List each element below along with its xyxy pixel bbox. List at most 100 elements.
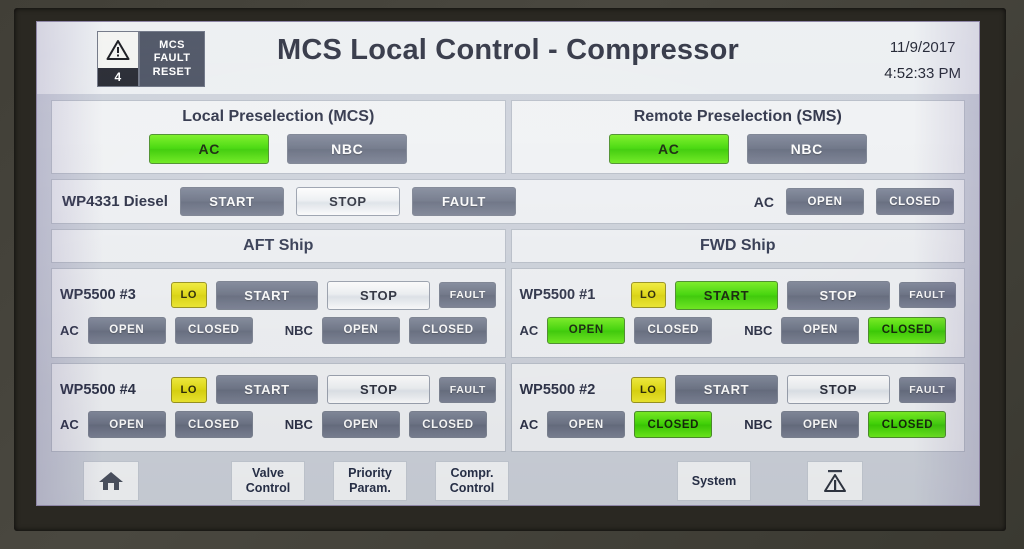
preselection-row: Local Preselection (MCS) AC NBC Remote Pres… bbox=[51, 100, 965, 174]
preselection-buttons: AC NBC bbox=[52, 134, 505, 164]
unit-start-button[interactable]: START bbox=[215, 280, 319, 310]
valve-group-label: NBC bbox=[744, 417, 773, 433]
date-text: 11/9/2017 bbox=[889, 39, 956, 56]
valve-group-label: NBC bbox=[284, 322, 313, 338]
valve-closed-button[interactable]: CLOSED bbox=[408, 316, 487, 344]
valve-closed-button[interactable]: CLOSED bbox=[634, 411, 713, 439]
home-icon bbox=[98, 470, 124, 492]
valve-open-button[interactable]: OPEN bbox=[547, 316, 626, 344]
unit-name-label: WP5500 #4 bbox=[60, 381, 136, 398]
priority-param-label-2: Param. bbox=[349, 481, 391, 495]
compr-control-label-2: Control bbox=[449, 481, 495, 495]
unit-stop-button[interactable]: STOP bbox=[786, 280, 890, 310]
priority-param-label-1: Priority bbox=[348, 466, 392, 480]
compr-control-button[interactable]: Compr. Control bbox=[435, 461, 509, 501]
alarm-button[interactable] bbox=[807, 461, 863, 501]
diesel-fault-button[interactable]: FAULT bbox=[411, 187, 516, 216]
unit-start-button[interactable]: START bbox=[675, 280, 778, 310]
unit-start-button[interactable]: START bbox=[215, 375, 319, 405]
valve-group-label: AC bbox=[519, 417, 539, 433]
compressor-unit-panel: WP5500 #2 LO START STOP FAULT AC OPEN CLOSED NBC… bbox=[510, 362, 965, 452]
alarm-triangle-icon bbox=[821, 468, 849, 494]
page-title: MCS Local Control - Compressor bbox=[277, 34, 739, 66]
valve-closed-button[interactable]: CLOSED bbox=[868, 411, 947, 439]
unit-start-button[interactable]: START bbox=[675, 375, 778, 405]
system-button[interactable]: System bbox=[677, 461, 751, 501]
lcd-glass: 4 MCS FAULT RESET MCS Local Control - Co… bbox=[36, 21, 980, 506]
valve-closed-button[interactable]: CLOSED bbox=[174, 316, 253, 344]
unit-valve-row: AC OPEN CLOSED NBC OPEN CLOSED bbox=[60, 411, 497, 439]
compressor-unit-panel: WP5500 #4 LO START STOP FAULT AC OPEN CLOSED NBC… bbox=[51, 362, 506, 452]
diesel-stop-button[interactable]: STOP bbox=[295, 187, 400, 216]
valve-group-label: NBC bbox=[744, 322, 773, 338]
header-bar: 4 MCS FAULT RESET MCS Local Control - Co… bbox=[37, 22, 979, 94]
unit-fault-indicator[interactable]: FAULT bbox=[439, 376, 497, 403]
unit-fault-indicator[interactable]: FAULT bbox=[898, 282, 956, 309]
compressor-unit-panel: WP5500 #1 LO START STOP FAULT AC OPEN CLOSED NBC… bbox=[510, 268, 965, 358]
footer-nav: Valve Control Priority Param. Compr. Con… bbox=[51, 457, 965, 505]
valve-control-label-1: Valve bbox=[252, 466, 284, 480]
preselection-buttons: AC NBC bbox=[512, 134, 965, 164]
valve-closed-button[interactable]: CLOSED bbox=[868, 316, 947, 344]
unit-valve-row: AC OPEN CLOSED NBC OPEN CLOSED bbox=[519, 316, 957, 344]
valve-control-button[interactable]: Valve Control bbox=[231, 461, 305, 501]
valve-open-button[interactable]: OPEN bbox=[321, 316, 400, 344]
unit-control-row: WP5500 #2 LO START STOP FAULT bbox=[519, 375, 957, 405]
diesel-name-label: WP4331 Diesel bbox=[62, 193, 168, 210]
diesel-valve-closed-button[interactable]: CLOSED bbox=[876, 188, 954, 215]
valve-open-button[interactable]: OPEN bbox=[87, 411, 166, 439]
preselection-panel: Remote Preselection (SMS) AC NBC bbox=[510, 100, 965, 174]
unit-control-row: WP5500 #3 LO START STOP FAULT bbox=[60, 280, 497, 310]
valve-group-label: AC bbox=[519, 322, 539, 338]
valve-closed-button[interactable]: CLOSED bbox=[408, 411, 487, 439]
ship-column: FWD Ship WP5500 #1 LO START STOP FAULT AC OPEN C… bbox=[510, 229, 965, 452]
unit-valve-row: AC OPEN CLOSED NBC OPEN CLOSED bbox=[60, 316, 497, 344]
unit-lo-indicator[interactable]: LO bbox=[630, 376, 667, 403]
datetime-display: 11/9/2017 4:52:33 PM bbox=[884, 35, 961, 86]
preselection-ac-button[interactable]: AC bbox=[608, 134, 729, 164]
preselection-nbc-button[interactable]: NBC bbox=[287, 134, 408, 164]
valve-open-button[interactable]: OPEN bbox=[781, 411, 860, 439]
preselection-nbc-button[interactable]: NBC bbox=[746, 134, 867, 164]
valve-open-button[interactable]: OPEN bbox=[547, 411, 626, 439]
valve-open-button[interactable]: OPEN bbox=[87, 316, 166, 344]
preselection-title: Local Preselection (MCS) bbox=[182, 108, 375, 125]
valve-open-button[interactable]: OPEN bbox=[321, 411, 400, 439]
unit-fault-indicator[interactable]: FAULT bbox=[439, 282, 497, 309]
compr-control-label-1: Compr. bbox=[450, 466, 494, 480]
home-button[interactable] bbox=[83, 461, 139, 501]
valve-closed-button[interactable]: CLOSED bbox=[174, 411, 253, 439]
diesel-valve-open-button[interactable]: OPEN bbox=[786, 188, 864, 215]
unit-name-label: WP5500 #1 bbox=[519, 287, 596, 304]
preselection-panel: Local Preselection (MCS) AC NBC bbox=[51, 100, 506, 174]
time-text: 4:52:33 PM bbox=[884, 64, 961, 82]
valve-open-button[interactable]: OPEN bbox=[781, 316, 860, 344]
preselection-title: Remote Preselection (SMS) bbox=[633, 108, 842, 125]
valve-closed-button[interactable]: CLOSED bbox=[634, 316, 713, 344]
unit-stop-button[interactable]: STOP bbox=[786, 375, 890, 405]
device-bezel: 4 MCS FAULT RESET MCS Local Control - Co… bbox=[0, 0, 1024, 549]
ship-heading: AFT Ship bbox=[51, 229, 506, 263]
unit-name-label: WP5500 #2 bbox=[519, 381, 596, 398]
valve-group-label: AC bbox=[60, 322, 79, 338]
unit-fault-indicator[interactable]: FAULT bbox=[898, 376, 956, 403]
unit-control-row: WP5500 #1 LO START STOP FAULT bbox=[519, 280, 957, 310]
preselection-ac-button[interactable]: AC bbox=[149, 134, 270, 164]
diesel-valve-label: AC bbox=[753, 193, 774, 210]
priority-param-button[interactable]: Priority Param. bbox=[333, 461, 407, 501]
unit-lo-indicator[interactable]: LO bbox=[171, 282, 207, 309]
diesel-start-button[interactable]: START bbox=[179, 187, 284, 216]
unit-lo-indicator[interactable]: LO bbox=[171, 376, 207, 403]
compressor-unit-panel: WP5500 #3 LO START STOP FAULT AC OPEN CLOSED NBC… bbox=[51, 268, 506, 358]
unit-lo-indicator[interactable]: LO bbox=[630, 282, 667, 309]
hmi-screen: 4 MCS FAULT RESET MCS Local Control - Co… bbox=[37, 22, 979, 505]
valve-control-label-2: Control bbox=[245, 481, 291, 495]
alarm-count: 4 bbox=[98, 68, 138, 86]
unit-stop-button[interactable]: STOP bbox=[327, 280, 431, 310]
valve-group-label: AC bbox=[60, 417, 79, 433]
fault-reset-line-3: RESET bbox=[152, 65, 192, 78]
system-label: System bbox=[691, 473, 737, 488]
unit-stop-button[interactable]: STOP bbox=[327, 375, 431, 405]
screen-body: Local Preselection (MCS) AC NBC Remote Pres… bbox=[37, 94, 979, 505]
unit-control-row: WP5500 #4 LO START STOP FAULT bbox=[60, 375, 497, 405]
